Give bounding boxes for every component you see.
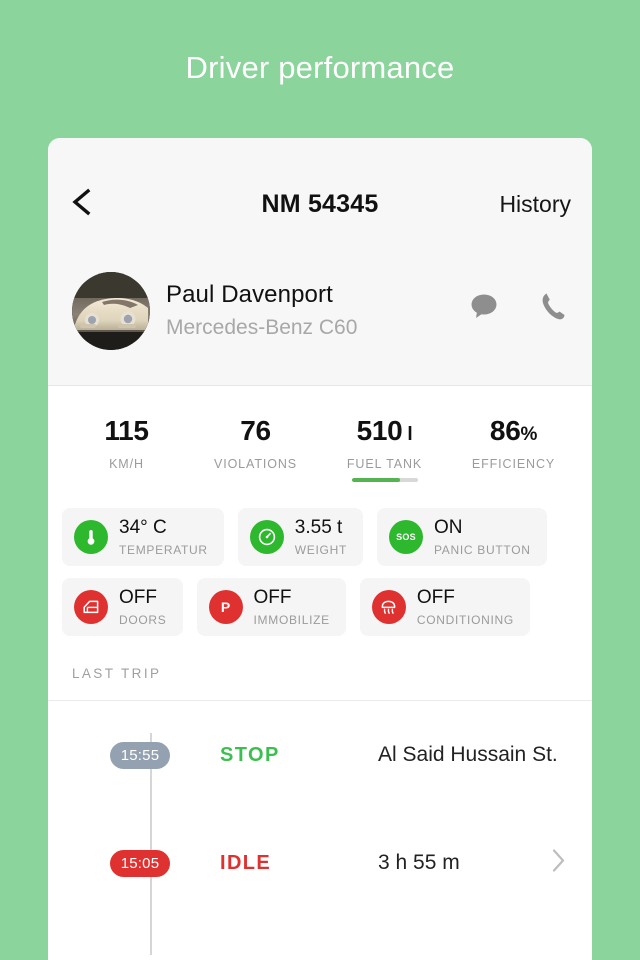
stat-fuel-tank[interactable]: 510 l FUEL TANK bbox=[320, 417, 449, 482]
sos-label: SOS bbox=[396, 532, 416, 542]
trip-detail: 3 h 55 m bbox=[378, 851, 460, 874]
chip-value: OFF bbox=[119, 587, 157, 608]
chip-immobilize[interactable]: P OFF IMMOBILIZE bbox=[196, 578, 346, 636]
stat-value: 76 bbox=[240, 415, 271, 446]
card-header-section: NM 54345 History Paul Davenport Mercedes… bbox=[48, 138, 592, 386]
chip-doors[interactable]: OFF DOORS bbox=[62, 578, 183, 636]
chip-conditioning[interactable]: OFF CONDITIONING bbox=[359, 578, 530, 636]
thermometer-icon bbox=[74, 520, 108, 554]
trip-status: STOP bbox=[220, 743, 280, 766]
stats-row: 115 KM/H 76 VIOLATIONS 510 l FUEL TANK 8… bbox=[48, 386, 592, 482]
list-item[interactable]: 15:55 STOP Al Said Hussain St. bbox=[48, 701, 592, 809]
stat-value: 86% bbox=[489, 415, 538, 446]
phone-icon[interactable] bbox=[540, 291, 566, 326]
stat-label: FUEL TANK bbox=[346, 457, 423, 471]
car-door-icon bbox=[74, 590, 108, 624]
vehicle-status-chips: 34° C TEMPERATUR 3.55 t WEIGHT SOS ON PA… bbox=[48, 482, 592, 636]
trip-detail: Al Said Hussain St. bbox=[378, 743, 558, 766]
parking-label: P bbox=[220, 599, 231, 615]
chip-value: ON bbox=[433, 517, 463, 538]
driver-name: Paul Davenport bbox=[166, 281, 333, 308]
list-item[interactable]: 15:05 IDLE 3 h 55 m bbox=[48, 809, 592, 917]
trip-time-badge: 15:55 bbox=[110, 741, 170, 769]
chip-value: 3.55 t bbox=[294, 517, 343, 538]
chip-weight[interactable]: 3.55 t WEIGHT bbox=[237, 508, 363, 566]
page-title: Driver performance bbox=[185, 50, 455, 85]
chat-bubble-icon[interactable] bbox=[468, 292, 500, 325]
stat-speed[interactable]: 115 KM/H bbox=[62, 417, 191, 482]
trip-time-badge: 15:05 bbox=[110, 849, 170, 877]
chip-value: OFF bbox=[253, 587, 292, 608]
avatar bbox=[72, 272, 150, 350]
driver-info-row[interactable]: Paul Davenport Mercedes-Benz C60 bbox=[48, 271, 592, 361]
chevron-right-icon[interactable] bbox=[550, 846, 568, 881]
stat-violations[interactable]: 76 VIOLATIONS bbox=[191, 417, 320, 482]
chip-label: CONDITIONING bbox=[416, 613, 514, 627]
chip-label: TEMPERATUR bbox=[119, 543, 208, 557]
chip-value: OFF bbox=[416, 587, 455, 608]
stat-value: 510 l bbox=[356, 415, 413, 446]
history-button[interactable]: History bbox=[499, 191, 571, 218]
chip-label: PANIC BUTTON bbox=[433, 543, 531, 557]
chip-row-1: 34° C TEMPERATUR 3.55 t WEIGHT SOS ON PA… bbox=[62, 508, 578, 566]
communication-actions bbox=[468, 291, 566, 326]
fuel-tank-progress-fill bbox=[351, 478, 400, 482]
defrost-icon bbox=[371, 590, 406, 624]
chip-label: WEIGHT bbox=[294, 543, 347, 557]
chip-temperature[interactable]: 34° C TEMPERATUR bbox=[62, 508, 224, 566]
stat-label: EFFICIENCY bbox=[471, 457, 556, 471]
fuel-tank-progress-bar bbox=[351, 478, 418, 482]
stat-efficiency[interactable]: 86% EFFICIENCY bbox=[449, 417, 578, 482]
trip-status: IDLE bbox=[220, 851, 272, 874]
chip-label: IMMOBILIZE bbox=[253, 613, 330, 627]
chip-label: DOORS bbox=[119, 613, 167, 627]
sos-icon: SOS bbox=[388, 520, 423, 554]
driver-detail-card: NM 54345 History Paul Davenport Mercedes… bbox=[48, 138, 592, 960]
chip-panic-button[interactable]: SOS ON PANIC BUTTON bbox=[376, 508, 547, 566]
parking-p-icon: P bbox=[208, 590, 243, 624]
last-trip-section-label: LAST TRIP bbox=[72, 666, 162, 681]
last-trip-timeline: 15:55 STOP Al Said Hussain St. 15:05 IDL… bbox=[48, 701, 592, 955]
stat-label: VIOLATIONS bbox=[213, 457, 298, 471]
stat-value: 115 bbox=[104, 415, 149, 446]
navigation-bar: NM 54345 History bbox=[48, 138, 592, 264]
stat-label: KM/H bbox=[109, 457, 144, 471]
chip-row-2: OFF DOORS P OFF IMMOBILIZE OFF CONDITION… bbox=[62, 578, 578, 636]
driver-vehicle-model: Mercedes-Benz C60 bbox=[166, 316, 358, 339]
chip-value: 34° C bbox=[119, 517, 167, 538]
gauge-icon bbox=[249, 520, 284, 554]
